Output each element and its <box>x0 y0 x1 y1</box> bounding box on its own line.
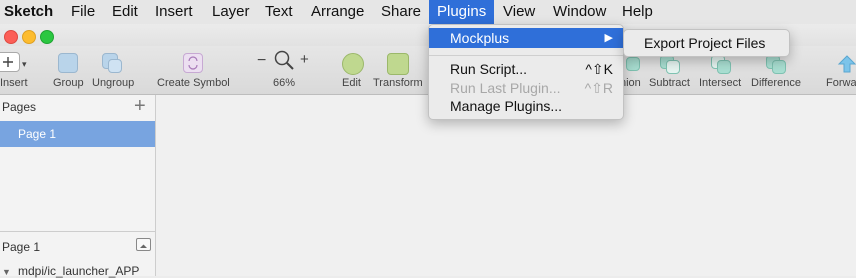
union-icon <box>626 57 640 71</box>
menu-item-run-script[interactable]: Run Script... ^⇧K <box>429 59 623 79</box>
layers-sidebar: Pages + Page 1 Page 1 ▼ mdpi/ic_launcher… <box>0 95 156 278</box>
forward-button[interactable]: Forwa <box>824 49 856 93</box>
ungroup-icon-part <box>108 59 122 73</box>
ungroup-button[interactable]: Ungroup <box>91 49 135 93</box>
close-window-button[interactable] <box>4 30 18 44</box>
difference-label: Difference <box>751 77 801 89</box>
minimize-window-button[interactable] <box>22 30 36 44</box>
menu-item-mockplus[interactable]: Mockplus ▶ <box>429 28 623 48</box>
plugins-menu: Mockplus ▶ Run Script... ^⇧K Run Last Pl… <box>428 24 624 120</box>
run-last-shortcut: ^⇧R <box>584 80 613 96</box>
menu-window[interactable]: Window <box>553 0 606 24</box>
edit-icon <box>342 53 364 75</box>
submenu-arrow-icon: ▶ <box>604 32 613 44</box>
menu-view[interactable]: View <box>503 0 535 24</box>
difference-icon-part <box>772 60 786 74</box>
page-item-label: Page 1 <box>18 127 57 141</box>
mockplus-label: Mockplus <box>450 30 510 46</box>
zoom-in-button[interactable]: + <box>300 51 309 68</box>
menu-help[interactable]: Help <box>622 0 653 24</box>
menu-plugins[interactable]: Plugins <box>429 0 495 24</box>
forward-label: Forwa <box>826 77 856 89</box>
intersect-icon-part <box>717 60 731 74</box>
run-script-shortcut: ^⇧K <box>585 61 613 77</box>
canvas[interactable] <box>156 95 856 276</box>
menu-item-manage-plugins[interactable]: Manage Plugins... <box>429 96 623 116</box>
create-symbol-label: Create Symbol <box>157 77 230 89</box>
intersect-label: Intersect <box>699 77 742 89</box>
transform-label: Transform <box>373 77 423 89</box>
menu-bar: Sketch File Edit Insert Layer Text Arran… <box>0 0 856 25</box>
pages-header: Pages <box>2 100 37 114</box>
run-script-label: Run Script... <box>450 61 528 77</box>
symbol-icon <box>183 53 203 73</box>
menu-separator <box>429 55 623 56</box>
transform-icon <box>387 53 409 75</box>
menu-share[interactable]: Share <box>381 0 421 24</box>
edit-button[interactable]: Edit <box>338 49 368 93</box>
divider <box>0 231 155 232</box>
insert-label: Insert <box>0 77 28 89</box>
group-label: Group <box>53 77 84 89</box>
menu-edit[interactable]: Edit <box>112 0 138 24</box>
magnifier-icon <box>273 49 295 71</box>
transform-button[interactable]: Transform <box>372 49 426 93</box>
subtract-label: Subtract <box>649 77 690 89</box>
chevron-down-icon: ▾ <box>22 59 27 69</box>
arrow-up-icon <box>836 53 856 75</box>
zoom-out-button[interactable]: − <box>257 52 266 70</box>
group-button[interactable]: Group <box>52 49 86 93</box>
export-label: Export Project Files <box>644 35 766 51</box>
menu-layer[interactable]: Layer <box>212 0 250 24</box>
layers-header: Page 1 <box>2 240 41 254</box>
menu-file[interactable]: File <box>71 0 95 24</box>
group-icon <box>58 53 78 73</box>
edit-label: Edit <box>342 77 361 89</box>
ungroup-label: Ungroup <box>92 77 135 89</box>
zoom-window-button[interactable] <box>40 30 54 44</box>
menu-arrange[interactable]: Arrange <box>311 0 364 24</box>
zoom-level: 66% <box>273 77 296 89</box>
menu-item-run-last-plugin: Run Last Plugin... ^⇧R <box>429 78 623 98</box>
insert-button[interactable]: ▾ Insert <box>0 49 30 93</box>
create-symbol-button[interactable]: Create Symbol <box>157 49 231 93</box>
manage-plugins-label: Manage Plugins... <box>450 98 563 114</box>
menu-text[interactable]: Text <box>265 0 293 24</box>
menu-item-export-project-files[interactable]: Export Project Files <box>624 33 789 53</box>
subtract-icon-part <box>666 60 680 74</box>
page-list-item[interactable]: Page 1 <box>0 121 155 147</box>
collapse-icon[interactable] <box>136 238 151 251</box>
plus-icon <box>0 52 20 72</box>
menu-insert[interactable]: Insert <box>155 0 193 24</box>
menu-app-sketch[interactable]: Sketch <box>4 0 53 24</box>
add-page-button[interactable]: + <box>134 95 146 118</box>
mockplus-submenu: Export Project Files <box>623 29 790 57</box>
run-last-label: Run Last Plugin... <box>450 80 561 96</box>
